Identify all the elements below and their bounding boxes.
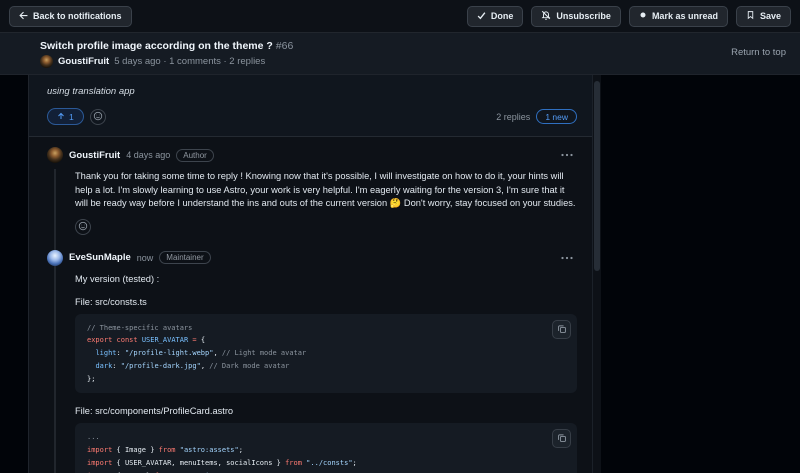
- reply-evesunmaple: EveSunMaple now Maintainer My version (t…: [47, 250, 577, 473]
- file-label-profilecard: File: src/components/ProfileCard.astro: [75, 406, 577, 416]
- code-block-consts: // Theme-specific avatarsexport const US…: [75, 314, 577, 394]
- issue-number: #66: [276, 40, 294, 52]
- thread-title: Switch profile image according on the th…: [40, 40, 293, 52]
- author-role-badge: Author: [176, 149, 214, 162]
- file-label-consts: File: src/consts.ts: [75, 297, 577, 307]
- issue-author-name[interactable]: GoustiFruit: [58, 56, 109, 67]
- thread-title-block: Switch profile image according on the th…: [40, 40, 293, 68]
- author-avatar[interactable]: [40, 55, 53, 68]
- reply-timestamp: now: [137, 253, 154, 263]
- upvote-button[interactable]: 1: [47, 108, 84, 125]
- copy-icon: [557, 431, 567, 446]
- right-gutter: [601, 75, 800, 473]
- new-replies-badge[interactable]: 1 new: [536, 109, 577, 124]
- add-reaction-button[interactable]: [75, 219, 91, 235]
- issue-meta: 5 days ago · 1 comments · 2 replies: [114, 56, 265, 67]
- reply-reaction-row: [75, 219, 577, 235]
- left-gutter: [0, 75, 29, 473]
- unsubscribe-button[interactable]: Unsubscribe: [531, 6, 621, 27]
- kebab-menu-icon[interactable]: [557, 151, 577, 159]
- discussion-panel: using translation app 1 2 replie: [29, 75, 592, 473]
- check-icon: [477, 11, 486, 22]
- arrow-left-icon: [19, 11, 28, 22]
- reply-goustifruit: GoustiFruit 4 days ago Author Thank you …: [47, 147, 577, 235]
- return-to-top-link[interactable]: Return to top: [731, 47, 786, 58]
- unsubscribe-label: Unsubscribe: [556, 11, 611, 21]
- reply-timestamp: 4 days ago: [126, 150, 170, 160]
- copy-code-button[interactable]: [552, 429, 571, 448]
- code-content: // Theme-specific avatarsexport const US…: [87, 322, 565, 386]
- done-button[interactable]: Done: [467, 6, 524, 27]
- reply-body-text: Thank you for taking some time to reply …: [75, 170, 577, 211]
- scrollbar-thumb[interactable]: [594, 81, 600, 271]
- thread-main: using translation app 1 2 replie: [0, 75, 800, 473]
- smiley-icon: [93, 109, 103, 124]
- issue-title-text: Switch profile image according on the th…: [40, 40, 273, 52]
- back-to-notifications-button[interactable]: Back to notifications: [9, 6, 132, 27]
- kebab-menu-icon[interactable]: [557, 254, 577, 262]
- reply-intro-text: My version (tested) :: [75, 274, 577, 284]
- bell-slash-icon: [541, 10, 551, 22]
- reply-author-name[interactable]: EveSunMaple: [69, 252, 131, 263]
- code-block-profilecard: ...import { Image } from "astro:assets";…: [75, 423, 577, 473]
- parent-comment-section: using translation app 1 2 replie: [29, 75, 592, 137]
- upvote-count: 1: [69, 112, 74, 122]
- parent-comment-text: using translation app: [47, 86, 577, 97]
- replies-count: 2 replies: [496, 112, 530, 122]
- avatar[interactable]: [47, 147, 63, 163]
- reply-header: EveSunMaple now Maintainer: [47, 250, 577, 266]
- parent-reaction-row: 1 2 replies 1 new: [47, 108, 577, 125]
- thread-header: Switch profile image according on the th…: [0, 33, 800, 75]
- notification-thread-page: Back to notifications Done Unsubscribe M…: [0, 0, 800, 473]
- reply-header: GoustiFruit 4 days ago Author: [47, 147, 577, 163]
- copy-icon: [557, 322, 567, 337]
- back-label: Back to notifications: [33, 11, 122, 21]
- save-button[interactable]: Save: [736, 6, 791, 27]
- add-reaction-button[interactable]: [90, 109, 106, 125]
- save-label: Save: [760, 11, 781, 21]
- replies-section: GoustiFruit 4 days ago Author Thank you …: [29, 137, 592, 473]
- avatar[interactable]: [47, 250, 63, 266]
- copy-code-button[interactable]: [552, 320, 571, 339]
- smiley-icon: [78, 219, 88, 234]
- notification-toolbar: Back to notifications Done Unsubscribe M…: [0, 0, 800, 33]
- mark-as-unread-button[interactable]: Mark as unread: [629, 6, 728, 27]
- thread-byline: GoustiFruit 5 days ago · 1 comments · 2 …: [40, 55, 293, 68]
- toolbar-actions: Done Unsubscribe Mark as unread Save: [467, 6, 791, 27]
- bookmark-icon: [746, 10, 755, 22]
- done-label: Done: [491, 11, 514, 21]
- code-content: ...import { Image } from "astro:assets";…: [87, 431, 565, 473]
- maintainer-role-badge: Maintainer: [159, 251, 210, 264]
- unread-dot-icon: [639, 11, 647, 21]
- reply-author-name[interactable]: GoustiFruit: [69, 150, 120, 161]
- mark-as-unread-label: Mark as unread: [652, 11, 718, 21]
- up-arrow-icon: [57, 112, 65, 122]
- panel-scrollbar[interactable]: [592, 75, 601, 473]
